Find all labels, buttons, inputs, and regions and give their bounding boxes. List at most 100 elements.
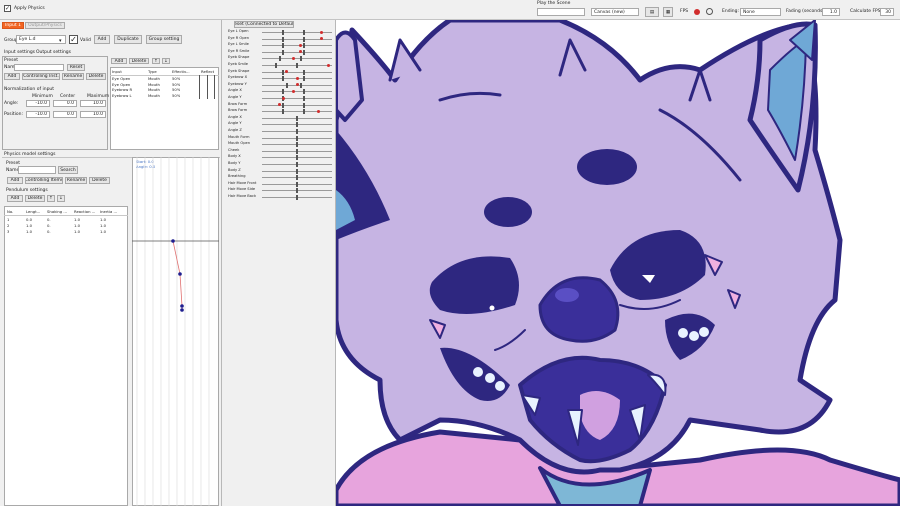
parameter-slider-track[interactable]: [262, 76, 332, 82]
parameter-slider-row[interactable]: Hair Move Back: [228, 194, 334, 201]
parameter-slider-thumb[interactable]: [296, 115, 298, 121]
parameter-key-marker[interactable]: [327, 63, 330, 67]
input-add-button[interactable]: Add: [4, 73, 20, 80]
pendulum-up-button[interactable]: ↑: [47, 195, 55, 202]
view-toggle-button[interactable]: ▦: [663, 7, 673, 17]
parameter-slider-track[interactable]: [262, 102, 332, 108]
parameter-slider-thumb[interactable]: [303, 76, 305, 82]
input-table-add-button[interactable]: Add: [111, 58, 127, 64]
parameter-slider-track[interactable]: [262, 115, 332, 121]
parameter-slider-thumb[interactable]: [296, 148, 298, 154]
parameter-slider-thumb[interactable]: [296, 175, 298, 181]
parameter-slider-thumb[interactable]: [282, 89, 284, 95]
position-center-input[interactable]: 0.0: [53, 111, 77, 118]
preset-name-select[interactable]: [14, 64, 64, 71]
parameter-slider-thumb[interactable]: [303, 102, 305, 108]
parameter-slider-thumb[interactable]: [296, 188, 298, 194]
record-icon[interactable]: [694, 9, 700, 15]
physics-rename-button[interactable]: Rename: [65, 177, 87, 184]
add-group-button[interactable]: Add: [94, 35, 110, 44]
pendulum-table-cell[interactable]: 0.: [47, 217, 51, 222]
pendulum-table-cell[interactable]: 1: [7, 217, 9, 222]
parameter-slider-track[interactable]: [262, 148, 332, 154]
parameter-slider-track[interactable]: [262, 30, 332, 35]
parameter-slider-track[interactable]: [262, 96, 332, 101]
input-table-cell[interactable]: 50%: [172, 93, 180, 98]
settings-gear-icon[interactable]: [706, 8, 713, 15]
pendulum-down-button[interactable]: ↓: [57, 195, 65, 202]
calculate-fps-input[interactable]: 30: [880, 8, 894, 16]
position-max-input[interactable]: 10.0: [80, 111, 106, 118]
parameter-key-marker[interactable]: [281, 96, 285, 100]
parameter-key-marker[interactable]: [285, 70, 288, 74]
input-table-cell[interactable]: Mouth: [148, 76, 160, 81]
parameter-key-marker[interactable]: [320, 30, 323, 34]
pendulum-table-cell[interactable]: 1.0: [74, 223, 80, 228]
parameter-slider-thumb[interactable]: [282, 69, 284, 75]
scene-select[interactable]: [537, 8, 585, 16]
pendulum-table-cell[interactable]: 1.0: [100, 223, 106, 228]
input-table-cell[interactable]: Mouth: [148, 82, 160, 87]
output-settings-tab[interactable]: Output settings: [36, 50, 71, 55]
group-settings-button[interactable]: Group setting: [146, 35, 182, 44]
parameter-slider-thumb[interactable]: [303, 49, 305, 55]
parameter-slider-thumb[interactable]: [296, 63, 298, 68]
input-table-cell[interactable]: Eye Open: [112, 82, 130, 87]
parameter-slider-thumb[interactable]: [299, 56, 302, 62]
input-settings-tab[interactable]: Input settings: [4, 50, 35, 55]
pendulum-table-cell[interactable]: 1.0: [74, 217, 80, 222]
parameter-slider-track[interactable]: [262, 162, 332, 167]
pendulum-delete-button[interactable]: Delete: [25, 195, 45, 202]
parameter-slider-track[interactable]: [262, 155, 332, 161]
mode-select[interactable]: Canvas (new): [591, 8, 639, 16]
model-canvas[interactable]: [336, 20, 900, 506]
parameter-slider-thumb[interactable]: [299, 82, 302, 88]
parameter-slider-track[interactable]: [262, 43, 332, 49]
input-controlling-button[interactable]: Controlling Inst.: [22, 73, 60, 80]
input-delete-button[interactable]: Delete: [86, 73, 106, 80]
parameter-slider-track[interactable]: [262, 142, 332, 148]
physics-controlling-button[interactable]: Controlling Items: [25, 177, 63, 184]
parameter-slider-thumb[interactable]: [282, 109, 284, 115]
physics-add-button[interactable]: Add: [7, 177, 23, 184]
parameter-slider-track[interactable]: [262, 89, 332, 95]
preset-reset-button[interactable]: Reset: [67, 64, 85, 71]
parameter-slider-thumb[interactable]: [282, 30, 284, 35]
parameter-key-marker[interactable]: [278, 103, 281, 107]
fade-input[interactable]: 1.0: [822, 8, 840, 16]
parameter-slider-thumb[interactable]: [296, 142, 298, 148]
move-down-button[interactable]: ↓: [162, 58, 170, 64]
parameter-slider-track[interactable]: [262, 82, 332, 88]
parameter-slider-thumb[interactable]: [303, 109, 305, 115]
parameter-slider-thumb[interactable]: [282, 49, 284, 55]
parameter-key-marker[interactable]: [292, 89, 295, 93]
tab-input[interactable]: Input 1: [2, 22, 24, 29]
parameter-slider-thumb[interactable]: [296, 168, 298, 174]
parameter-key-marker[interactable]: [299, 50, 302, 54]
valid-checkbox[interactable]: ✓: [69, 35, 78, 44]
parameter-slider-track[interactable]: [262, 56, 332, 62]
pendulum-table-cell[interactable]: 1.0: [26, 229, 32, 234]
parameter-slider-thumb[interactable]: [282, 36, 284, 42]
parameter-slider-thumb[interactable]: [275, 63, 277, 68]
tab-output-physics[interactable]: Output/Physics: [25, 22, 65, 29]
parameter-key-marker[interactable]: [295, 76, 299, 80]
parameter-slider-thumb[interactable]: [278, 56, 281, 62]
input-table-cell[interactable]: 50%: [172, 87, 180, 92]
pendulum-table-cell[interactable]: 0.: [47, 229, 51, 234]
parameter-slider-thumb[interactable]: [303, 96, 305, 101]
pendulum-table-cell[interactable]: 3: [7, 229, 9, 234]
input-table-delete-button[interactable]: Delete: [129, 58, 149, 64]
parameter-slider-thumb[interactable]: [296, 195, 298, 200]
parameter-slider-track[interactable]: [262, 175, 332, 181]
parameter-slider-track[interactable]: [262, 122, 332, 128]
parameter-slider-thumb[interactable]: [282, 76, 284, 82]
input-table-cell[interactable]: 50%: [172, 82, 180, 87]
pendulum-table-cell[interactable]: 1.0: [100, 229, 106, 234]
parameter-slider-thumb[interactable]: [296, 181, 298, 187]
parameter-slider-thumb[interactable]: [282, 102, 284, 108]
input-table-cell[interactable]: 50%: [172, 76, 180, 81]
pendulum-table-cell[interactable]: 1.0: [74, 229, 80, 234]
pendulum-table-cell[interactable]: 1.0: [100, 217, 106, 222]
parameter-slider-track[interactable]: [262, 109, 332, 115]
